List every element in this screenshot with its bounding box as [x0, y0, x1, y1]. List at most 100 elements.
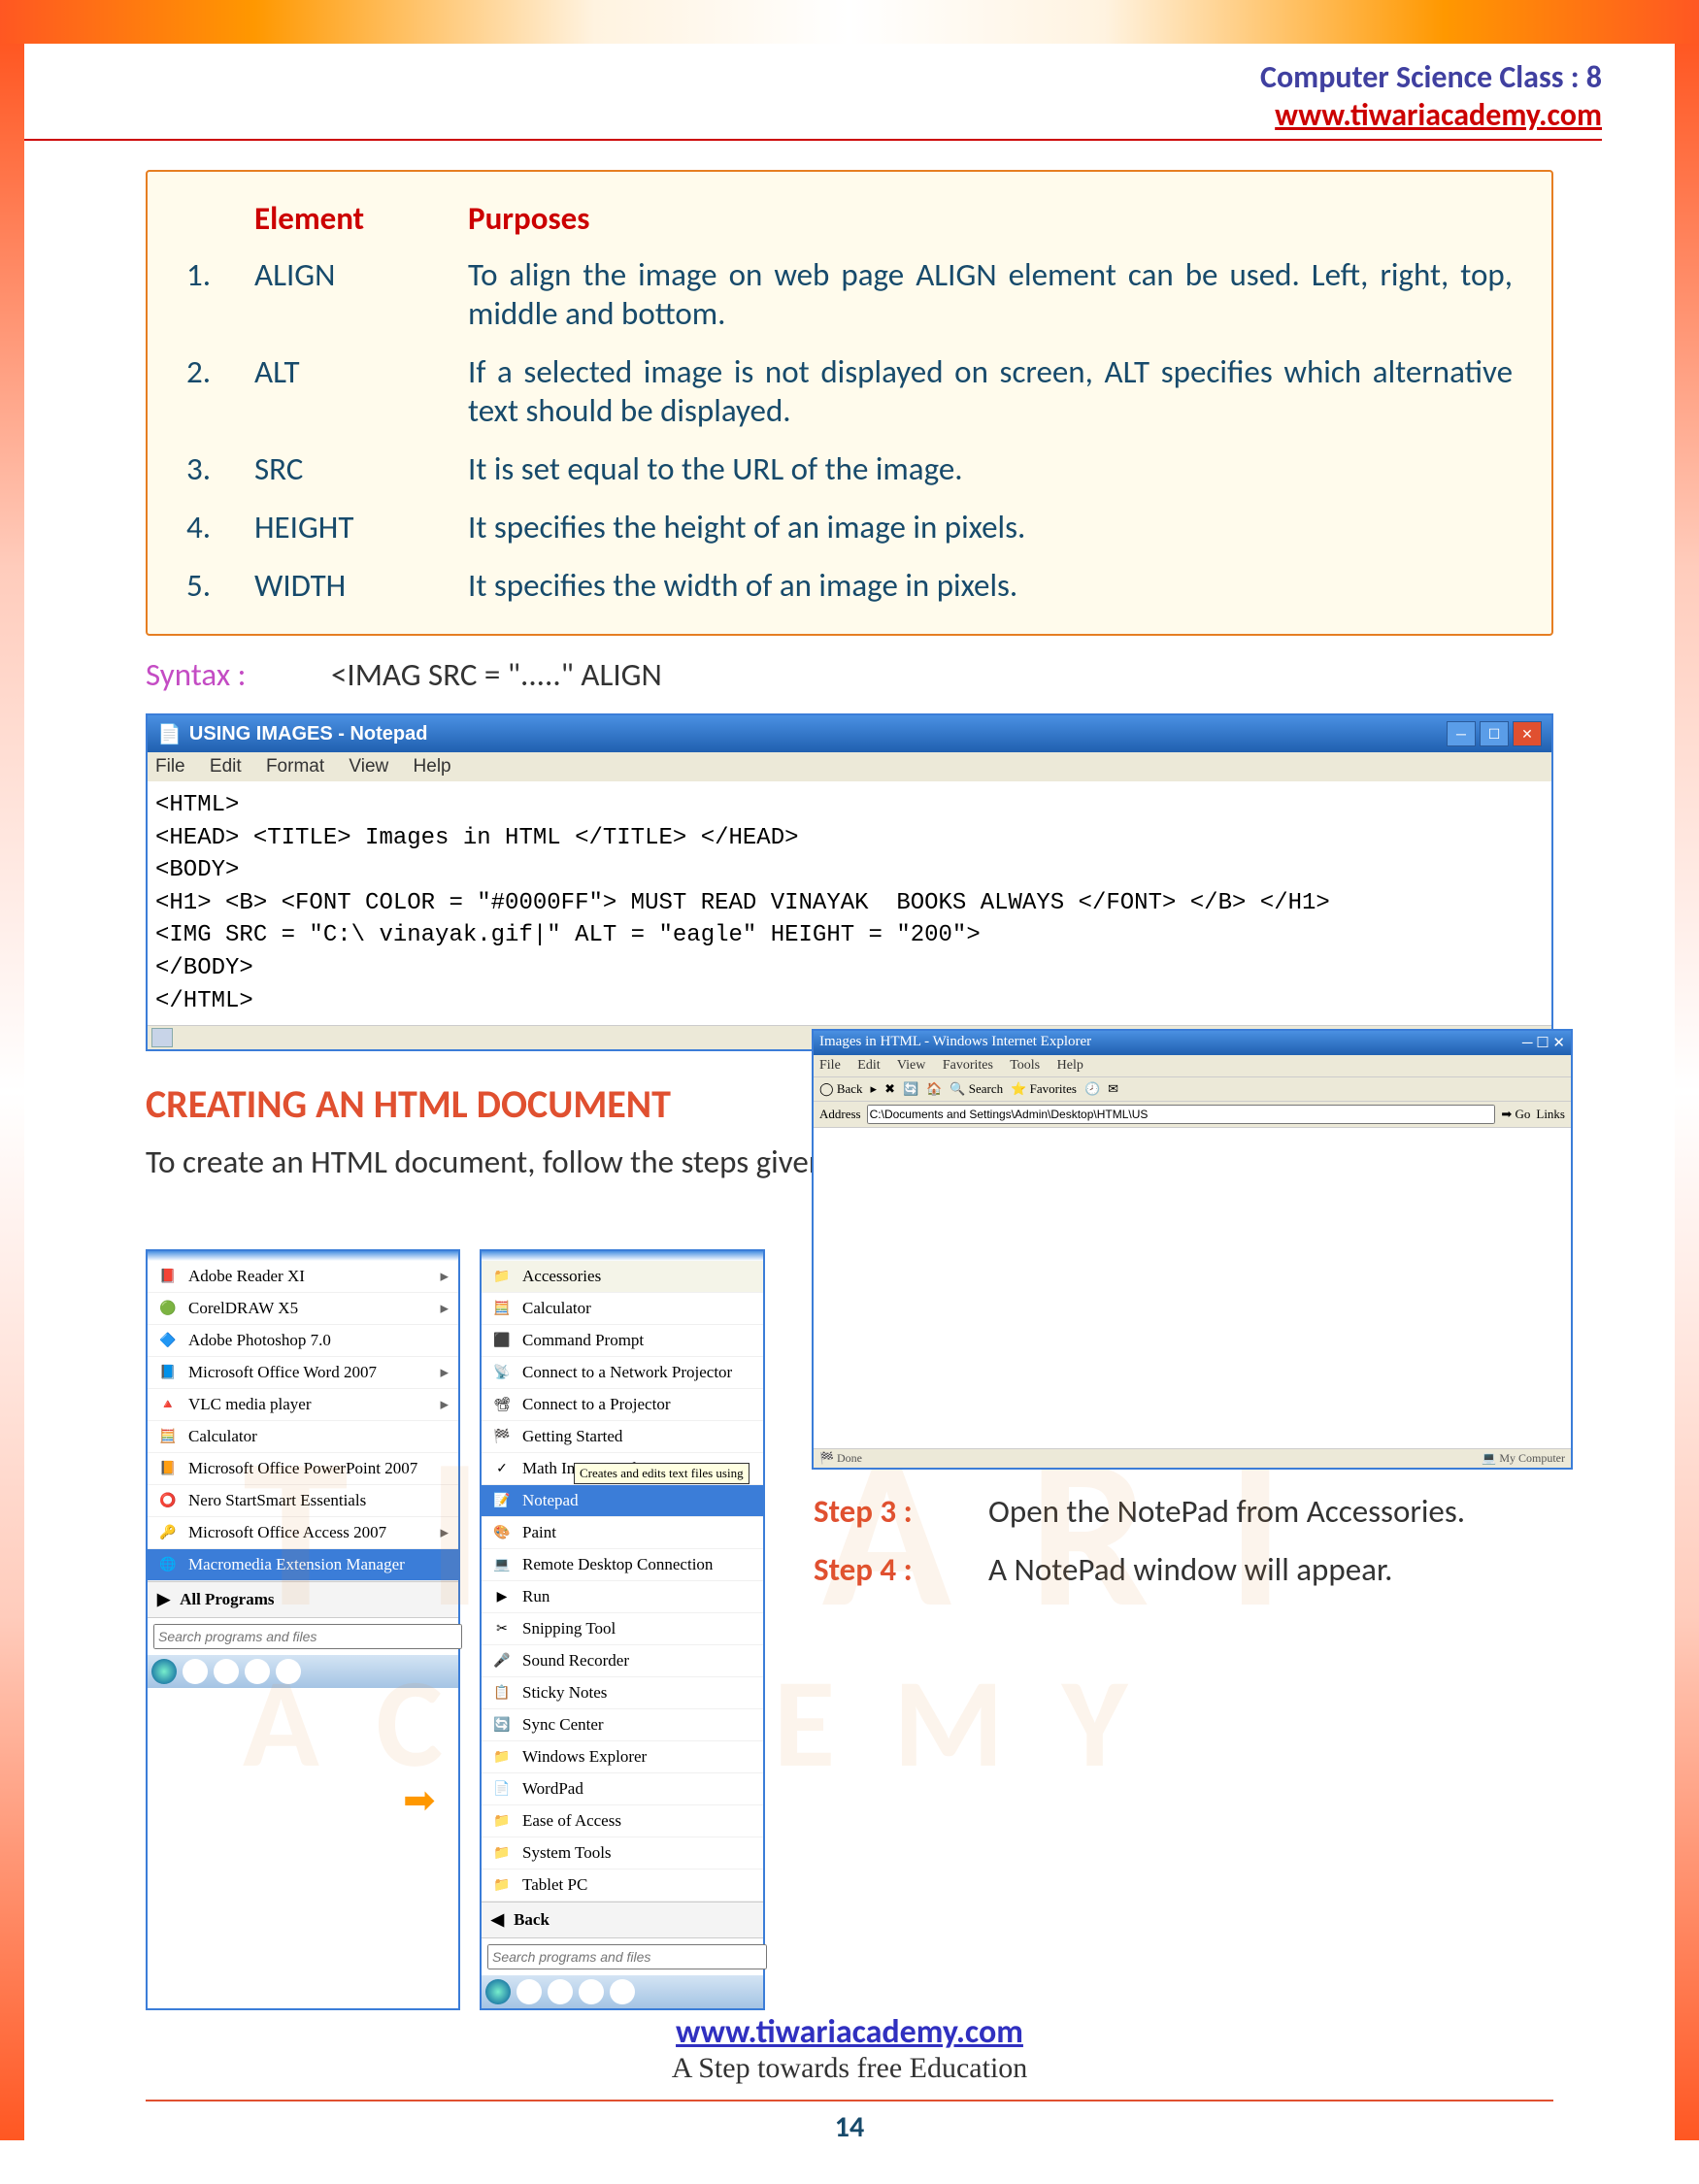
accessory-item[interactable]: 🎤Sound Recorder [482, 1645, 763, 1677]
top-gradient [0, 0, 1699, 44]
access-icon: 🔑 [157, 1522, 179, 1543]
accessory-item[interactable]: ✂Snipping Tool [482, 1613, 763, 1645]
notepad-textarea[interactable]: <HTML> <HEAD> <TITLE> Images in HTML </T… [148, 781, 1551, 1025]
accessories-folder[interactable]: 📁Accessories [482, 1261, 763, 1293]
start-item[interactable]: 🟢CorelDRAW X5▸ [148, 1293, 458, 1325]
menu-edit[interactable]: Edit [210, 756, 242, 777]
ie-menu-help[interactable]: Help [1057, 1058, 1083, 1073]
step-text: A NotePad window will appear. [988, 1550, 1553, 1589]
refresh-icon[interactable]: 🔄 [903, 1081, 918, 1097]
start-orb-icon[interactable] [151, 1659, 177, 1684]
photoshop-icon: 🔷 [157, 1330, 179, 1351]
header-title: Computer Science Class : 8 [0, 58, 1602, 96]
start-menu-screenshots: 📕Adobe Reader XI▸ 🟢CorelDRAW X5▸ 🔷Adobe … [146, 1249, 765, 2010]
accessory-item[interactable]: ▶Run [482, 1581, 763, 1613]
menu-format[interactable]: Format [266, 756, 324, 777]
notepad-icon: 📄 [157, 722, 182, 746]
ie-statusbar: 🏁 Done 💻 My Computer [814, 1448, 1571, 1468]
accessory-item[interactable]: 💻Remote Desktop Connection [482, 1549, 763, 1581]
scroll-thumb[interactable] [151, 1028, 173, 1047]
th-element: Element [245, 191, 458, 246]
start-item[interactable]: 🔷Adobe Photoshop 7.0 [148, 1325, 458, 1357]
start-item[interactable]: 🔑Microsoft Office Access 2007▸ [148, 1517, 458, 1549]
search-button[interactable]: 🔍 Search [949, 1081, 1003, 1097]
notepad-titlebar[interactable]: 📄 USING IMAGES - Notepad ─ ☐ ✕ [148, 715, 1551, 752]
mail-icon[interactable]: ✉ [1108, 1081, 1118, 1097]
ie-navbar: ◯ Back ▸ ✖ 🔄 🏠 🔍 Search ⭐ Favorites 🕗 ✉ [814, 1077, 1571, 1102]
start-item[interactable]: 🔺VLC media player▸ [148, 1389, 458, 1421]
notepad-window: 📄USING IMAGES - Notepad ─ ☐ ✕ File Edit … [146, 713, 1553, 1051]
pointer-arrow-icon: ➡ [403, 1776, 436, 1824]
accessory-item[interactable]: 📽Connect to a Projector [482, 1389, 763, 1421]
menu-view[interactable]: View [349, 756, 388, 777]
footer-link[interactable]: www.tiwariacademy.com [0, 2012, 1699, 2052]
notepad-item-highlighted[interactable]: 📝Notepad [482, 1485, 763, 1517]
footer-tagline: A Step towards free Education [0, 2052, 1699, 2085]
ie-icon[interactable] [183, 1659, 208, 1684]
go-button[interactable]: ➡ Go [1501, 1107, 1530, 1122]
syntax-code: <IMAG SRC = "....." ALIGN [331, 655, 662, 694]
history-icon[interactable]: 🕗 [1084, 1081, 1100, 1097]
row-el: ALIGN [245, 246, 458, 343]
th-purpose: Purposes [458, 191, 1522, 246]
start-item-highlighted[interactable]: 🌐Macromedia Extension Manager [148, 1549, 458, 1581]
accessory-item[interactable]: 🔄Sync Center [482, 1709, 763, 1741]
start-item[interactable]: ⭕Nero StartSmart Essentials [148, 1485, 458, 1517]
vlc-icon: 🔺 [157, 1394, 179, 1415]
step-label: Step 3 : [814, 1492, 988, 1531]
start-item[interactable]: 📘Microsoft Office Word 2007▸ [148, 1357, 458, 1389]
status-done: 🏁 Done [819, 1451, 862, 1466]
address-label: Address [819, 1107, 861, 1122]
accessory-item[interactable]: 🎨Paint [482, 1517, 763, 1549]
notepad-tooltip: Creates and edits text files using [574, 1463, 750, 1484]
start-item[interactable]: 🧮Calculator [148, 1421, 458, 1453]
start-item[interactable]: 📙Microsoft Office PowerPoint 2007 [148, 1453, 458, 1485]
close-button[interactable]: ✕ [1513, 721, 1542, 746]
ie-window-buttons[interactable]: ─ ☐ ✕ [1522, 1034, 1565, 1052]
back-button[interactable]: ◯ Back [819, 1081, 863, 1097]
all-programs-button[interactable]: ▶All Programs [148, 1581, 458, 1617]
explorer-icon[interactable] [214, 1659, 239, 1684]
start-orb-icon[interactable] [485, 1979, 511, 2004]
accessory-item[interactable]: 🧮Calculator [482, 1293, 763, 1325]
stop-icon[interactable]: ✖ [884, 1081, 895, 1097]
home-icon[interactable]: 🏠 [926, 1081, 942, 1097]
accessory-item[interactable]: 🏁Getting Started [482, 1421, 763, 1453]
accessory-item[interactable]: 📁Windows Explorer [482, 1741, 763, 1773]
page-number: 14 [0, 2109, 1699, 2145]
macromedia-icon: 🌐 [157, 1554, 179, 1575]
accessory-item[interactable]: 📋Sticky Notes [482, 1677, 763, 1709]
back-button[interactable]: ◀Back [482, 1902, 763, 1937]
start-menu-2: 📁Accessories 🧮Calculator ⬛Command Prompt… [480, 1249, 765, 2010]
folder-icon: 📁 [491, 1266, 513, 1287]
accessory-item[interactable]: 📡Connect to a Network Projector [482, 1357, 763, 1389]
accessory-item[interactable]: 📄WordPad [482, 1773, 763, 1805]
ie-viewport [814, 1128, 1571, 1448]
address-input[interactable] [867, 1105, 1496, 1124]
maximize-button[interactable]: ☐ [1480, 721, 1509, 746]
favorites-button[interactable]: ⭐ Favorites [1011, 1081, 1077, 1097]
menu-file[interactable]: File [155, 756, 185, 777]
ie-menu-tools[interactable]: Tools [1010, 1058, 1040, 1073]
row-purpose: To align the image on web page ALIGN ele… [458, 246, 1522, 343]
minimize-button[interactable]: ─ [1447, 721, 1476, 746]
accessory-item[interactable]: 📁Tablet PC [482, 1870, 763, 1902]
ie-menubar: File Edit View Favorites Tools Help [814, 1055, 1571, 1077]
ie-menu-edit[interactable]: Edit [857, 1058, 880, 1073]
accessory-item[interactable]: ⬛Command Prompt [482, 1325, 763, 1357]
menu-help[interactable]: Help [414, 756, 451, 777]
accessory-item[interactable]: 📁Ease of Access [482, 1805, 763, 1837]
ie-titlebar[interactable]: Images in HTML - Windows Internet Explor… [814, 1031, 1571, 1055]
coreldraw-icon: 🟢 [157, 1298, 179, 1319]
forward-button[interactable]: ▸ [871, 1081, 878, 1097]
ie-menu-view[interactable]: View [897, 1058, 925, 1073]
accessory-item[interactable]: 📁System Tools [482, 1837, 763, 1870]
notepad-title: USING IMAGES - Notepad [189, 723, 428, 745]
search-input[interactable] [487, 1944, 767, 1969]
ie-menu-favorites[interactable]: Favorites [943, 1058, 993, 1073]
ie-menu-file[interactable]: File [819, 1058, 841, 1073]
start-item[interactable]: 📕Adobe Reader XI▸ [148, 1261, 458, 1293]
ie-address-bar: Address ➡ Go Links [814, 1102, 1571, 1128]
links-button[interactable]: Links [1536, 1107, 1565, 1122]
header-link[interactable]: www.tiwariacademy.com [0, 96, 1602, 134]
